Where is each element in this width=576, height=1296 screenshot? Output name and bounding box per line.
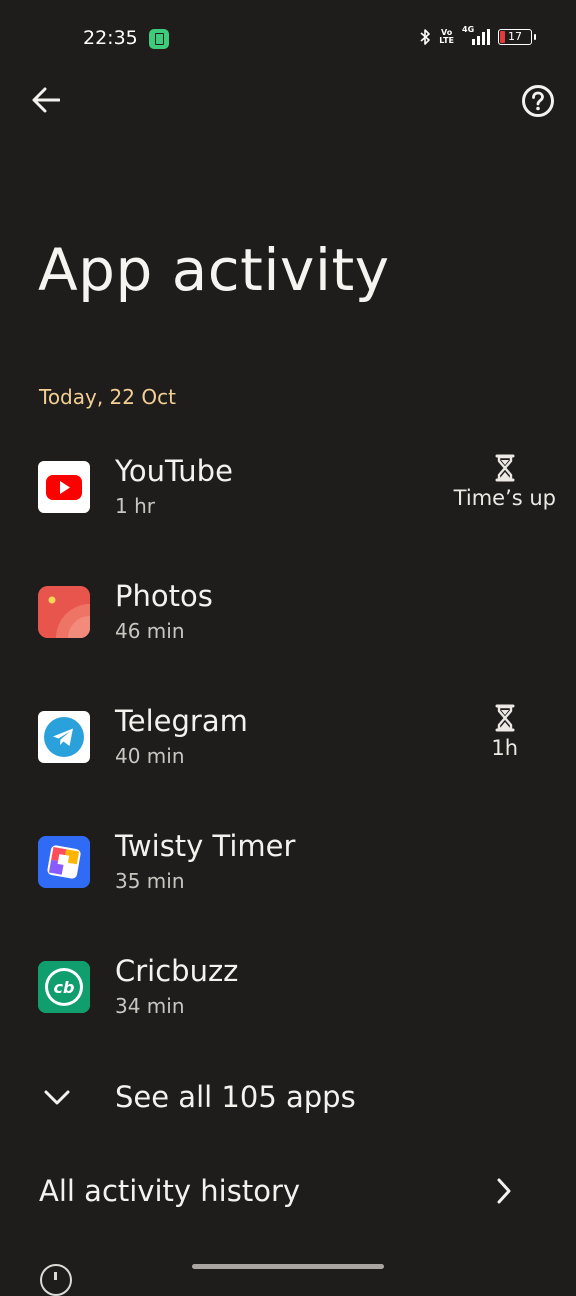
app-limit[interactable]: 1h (491, 704, 518, 760)
app-limit-text: Time’s up (453, 486, 556, 510)
signal-icon: 4G (462, 25, 490, 46)
photos-icon (38, 586, 90, 638)
battery-level-text: 17 (508, 30, 522, 43)
telegram-icon (38, 711, 90, 763)
battery-level-fill (500, 31, 505, 43)
app-name: Cricbuzz (115, 954, 239, 988)
app-row-telegram[interactable]: Telegram 40 min 1h (0, 696, 576, 806)
status-bar: 22:35 Vo LTE 4G 17 (0, 0, 576, 78)
app-row-youtube[interactable]: YouTube 1 hr Time’s up (0, 446, 576, 556)
question-circle-icon (521, 84, 555, 122)
app-row-twisty-timer[interactable]: Twisty Timer 35 min (0, 821, 576, 931)
app-limit[interactable]: Time’s up (454, 454, 556, 510)
app-usage-time: 40 min (115, 744, 185, 768)
cricbuzz-icon-text: cb (54, 978, 75, 997)
app-name: Twisty Timer (115, 829, 296, 863)
see-all-apps-label: See all 105 apps (115, 1080, 356, 1114)
app-usage-time: 34 min (115, 994, 185, 1018)
app-row-cricbuzz[interactable]: cb Cricbuzz 34 min (0, 946, 576, 1056)
app-name: Telegram (115, 704, 248, 738)
help-button[interactable] (519, 84, 557, 122)
status-icons: Vo LTE 4G 17 (419, 25, 536, 46)
home-indicator[interactable] (192, 1264, 384, 1269)
youtube-icon (38, 461, 90, 513)
battery-saver-icon (149, 29, 169, 49)
chevron-right-icon (494, 1176, 514, 1210)
section-date: Today, 22 Oct (39, 385, 176, 409)
hourglass-icon (495, 454, 515, 482)
hourglass-icon (495, 704, 515, 732)
page-title: App activity (38, 236, 390, 304)
app-name: YouTube (115, 454, 233, 488)
see-all-apps-button[interactable]: See all 105 apps (0, 1068, 576, 1132)
all-activity-history-row[interactable]: All activity history (0, 1160, 576, 1224)
bluetooth-icon (419, 28, 431, 46)
app-name: Photos (115, 579, 213, 613)
volte-icon: Vo LTE (439, 29, 454, 45)
arrow-left-icon (32, 87, 61, 117)
app-usage-time: 46 min (115, 619, 185, 643)
twisty-timer-icon (38, 836, 90, 888)
app-row-photos[interactable]: Photos 46 min (0, 571, 576, 681)
status-time: 22:35 (83, 27, 138, 49)
cricbuzz-icon: cb (38, 961, 90, 1013)
all-activity-history-label: All activity history (39, 1174, 301, 1208)
battery-icon: 17 (498, 29, 536, 45)
chevron-down-icon (42, 1088, 72, 1112)
app-limit-text: 1h (491, 736, 518, 760)
app-usage-time: 1 hr (115, 494, 155, 518)
app-usage-time: 35 min (115, 869, 185, 893)
info-icon (40, 1264, 72, 1296)
volte-bottom-label: LTE (439, 36, 454, 45)
back-button[interactable] (28, 84, 64, 120)
